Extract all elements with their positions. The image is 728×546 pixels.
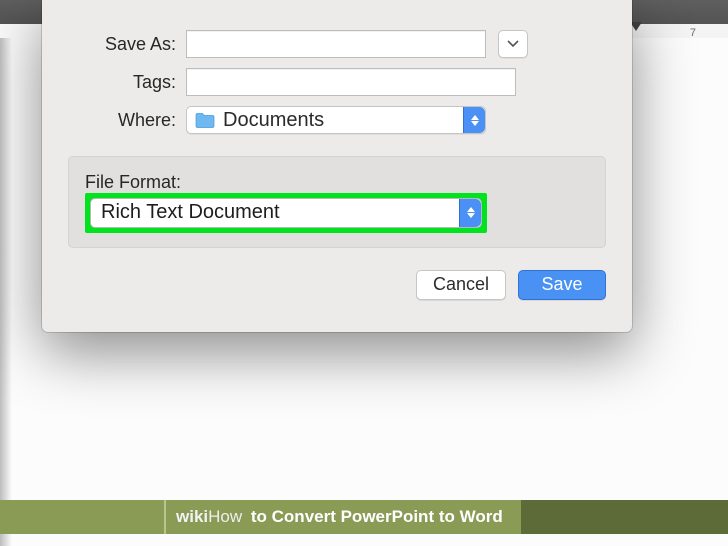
select-arrows-icon: [459, 199, 481, 227]
folder-icon: [195, 112, 215, 128]
caption-left-block: [0, 500, 166, 534]
where-value: Documents: [223, 109, 324, 132]
where-label: Where:: [68, 110, 186, 131]
expand-button[interactable]: [498, 30, 528, 58]
tags-input[interactable]: [186, 68, 516, 96]
where-select[interactable]: Documents: [186, 106, 486, 134]
file-format-highlight: Rich Text Document: [85, 193, 487, 233]
cancel-button[interactable]: Cancel: [416, 270, 506, 300]
chevron-down-icon: [507, 40, 519, 48]
caption-mid: wikiHow to Convert PowerPoint to Word: [166, 500, 521, 534]
tags-row: Tags:: [68, 68, 606, 96]
save-as-input[interactable]: [186, 30, 486, 58]
caption-rest: [521, 500, 728, 534]
caption-brand-bold: wiki: [176, 507, 208, 526]
save-as-row: Save As:: [68, 30, 606, 58]
save-dialog: Save As: Tags: Where: Documents File For…: [42, 0, 632, 332]
caption-text: wikiHow to Convert PowerPoint to Word: [176, 507, 503, 527]
file-format-section: File Format: Rich Text Document: [68, 156, 606, 248]
save-button[interactable]: Save: [518, 270, 606, 300]
caption-bar: wikiHow to Convert PowerPoint to Word: [0, 500, 728, 534]
save-as-label: Save As:: [68, 34, 186, 55]
caption-title: to Convert PowerPoint to Word: [251, 507, 503, 526]
page-shadow: [0, 38, 12, 546]
where-row: Where: Documents: [68, 106, 606, 134]
caption-brand-plain: How: [208, 507, 242, 526]
tags-label: Tags:: [68, 72, 186, 93]
select-arrows-icon: [463, 107, 485, 133]
file-format-value: Rich Text Document: [101, 201, 280, 224]
dialog-buttons: Cancel Save: [68, 270, 606, 300]
file-format-select[interactable]: Rich Text Document: [90, 198, 482, 228]
file-format-label: File Format:: [85, 172, 191, 193]
